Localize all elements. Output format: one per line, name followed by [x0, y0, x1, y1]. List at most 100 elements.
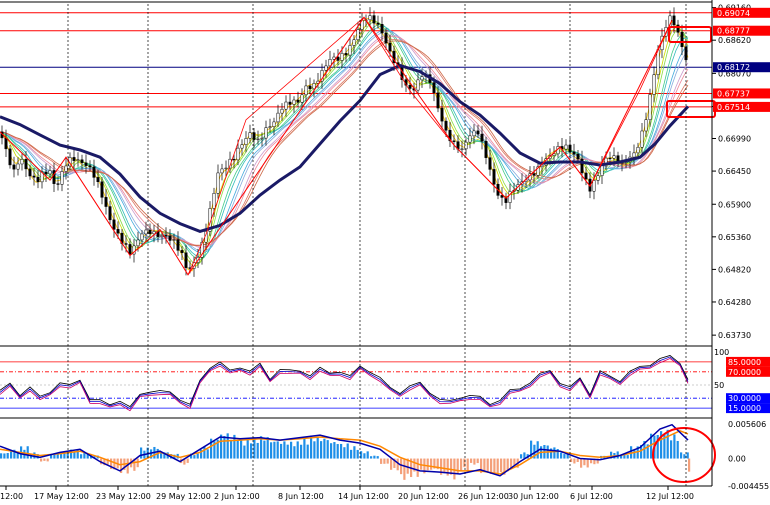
candle-body	[308, 85, 312, 90]
candle-body	[640, 130, 644, 148]
candle-body	[140, 233, 144, 241]
macd-histogram-bar	[683, 454, 686, 459]
macd-histogram-bar	[0, 453, 3, 459]
macd-histogram-bar	[390, 458, 393, 470]
macd-histogram-bar	[280, 443, 283, 459]
macd-histogram-bar	[666, 429, 669, 459]
macd-histogram-bar	[220, 434, 223, 459]
price-axis-labels: 0.691600.686200.680700.675200.669900.664…	[712, 4, 770, 491]
price-tick-label: 0.63730	[718, 331, 751, 340]
macd-histogram-bar	[346, 443, 349, 459]
candle-body	[236, 147, 240, 161]
candle-body	[644, 119, 648, 132]
candle-body	[340, 53, 344, 61]
macd-histogram-bar	[380, 458, 383, 464]
price-tick-label: 0.68620	[718, 36, 751, 45]
candle-body	[36, 176, 40, 183]
macd-histogram-bar	[10, 451, 13, 459]
price-panel[interactable]	[0, 7, 716, 277]
macd-histogram-bar	[283, 441, 286, 459]
macd-histogram-bar	[626, 455, 629, 459]
candle-body	[348, 45, 352, 56]
candle-body	[160, 235, 164, 237]
forex-chart: 12:00 17 May 12:00 23 May 12:00 29 May 12:0…	[0, 0, 770, 501]
candle-body	[632, 152, 636, 158]
candle-body	[264, 127, 268, 139]
candle-body	[352, 39, 356, 46]
level-price-label: 0.68777	[717, 27, 750, 36]
candle-body	[484, 140, 488, 158]
candle-body	[216, 172, 220, 194]
ma-ribbon-line	[0, 25, 689, 258]
candle-body	[104, 197, 108, 207]
macd-histogram-bar	[293, 446, 296, 459]
macd-histogram-bar	[496, 458, 499, 475]
macd-histogram-bar	[456, 458, 459, 475]
price-tick-label: 0.66990	[718, 135, 751, 144]
candle-body	[416, 79, 420, 91]
candle-body	[164, 235, 168, 237]
macd-histogram-bar	[686, 452, 689, 459]
macd-histogram-bar	[680, 452, 683, 459]
macd-histogram-bar	[223, 435, 226, 459]
candle-body	[480, 133, 484, 142]
candle-body	[12, 164, 16, 170]
candle-body	[276, 112, 280, 123]
macd-histogram-bar	[490, 458, 493, 475]
macd-histogram-bar	[553, 447, 556, 459]
candle-body	[296, 99, 300, 103]
macd-histogram-bar	[356, 449, 359, 459]
candle-body	[272, 121, 276, 127]
candle-body	[48, 170, 52, 175]
macd-histogram-bar	[363, 453, 366, 459]
macd-histogram-bar	[560, 452, 563, 459]
macd-panel[interactable]	[0, 423, 716, 483]
candle-body	[420, 76, 424, 81]
candle-body	[116, 229, 120, 234]
macd-histogram-bar	[670, 440, 673, 459]
macd-histogram-bar	[316, 436, 319, 459]
macd-histogram-bar	[303, 438, 306, 459]
macd-histogram-bar	[196, 453, 199, 459]
price-tick-label: 0.65360	[718, 233, 751, 242]
time-tick-label: 6 Jul 12:00	[570, 492, 613, 501]
macd-histogram-bar	[510, 458, 513, 468]
candle-body	[472, 130, 476, 137]
macd-histogram-bar	[263, 440, 266, 459]
macd-histogram-bar	[273, 441, 276, 459]
macd-histogram-bar	[326, 440, 329, 459]
macd-histogram-bar	[73, 451, 76, 459]
rsi-tick-label: 50	[714, 381, 724, 390]
candle-body	[476, 130, 480, 135]
rsi-line	[0, 355, 689, 408]
macd-histogram-bar	[688, 458, 691, 472]
macd-histogram-bar	[56, 454, 59, 459]
candle-body	[180, 250, 184, 253]
macd-histogram-bar	[256, 442, 259, 459]
macd-histogram-bar	[353, 446, 356, 459]
candle-body	[612, 155, 616, 159]
candle-body	[468, 135, 472, 143]
macd-histogram-bar	[333, 442, 336, 459]
macd-histogram-bar	[466, 458, 469, 471]
rsi-panel[interactable]	[0, 355, 712, 412]
macd-histogram-bar	[493, 458, 496, 475]
macd-histogram-bar	[473, 458, 476, 465]
macd-histogram-bar	[80, 454, 83, 459]
macd-histogram-bar	[470, 458, 473, 463]
macd-histogram-bar	[580, 458, 583, 468]
macd-histogram-bar	[300, 444, 303, 459]
rsi-line	[0, 356, 689, 410]
level-price-label: 0.69074	[717, 9, 750, 18]
macd-histogram-bar	[330, 443, 333, 459]
candle-body	[100, 181, 104, 198]
time-tick-label: 17 May 12:00	[34, 492, 89, 501]
candle-body	[44, 171, 48, 175]
candle-body	[292, 99, 296, 105]
candle-body	[500, 195, 504, 198]
candle-body	[72, 157, 76, 161]
macd-histogram-bar	[3, 453, 6, 459]
macd-histogram-bar	[386, 458, 389, 464]
candle-body	[256, 138, 260, 141]
candle-body	[300, 94, 304, 103]
